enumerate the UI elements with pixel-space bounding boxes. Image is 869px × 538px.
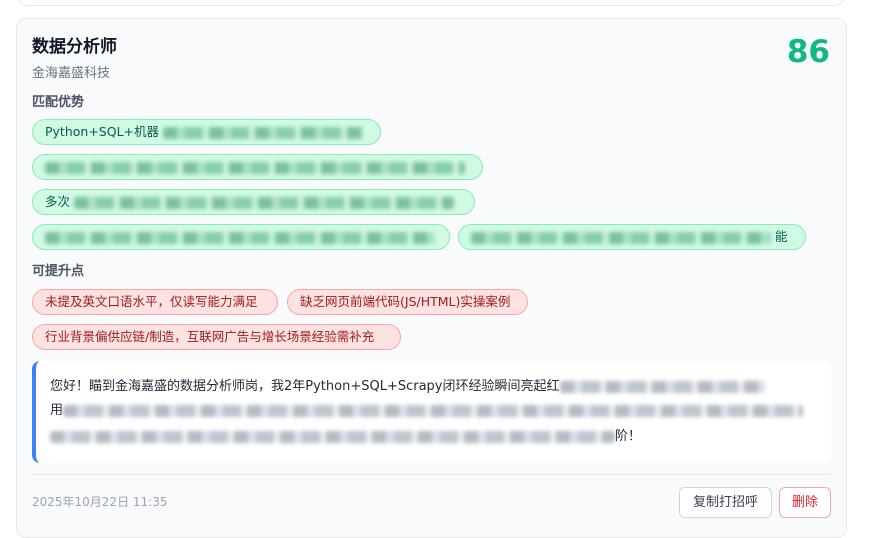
job-title: 数据分析师 (32, 37, 117, 57)
greeting-line-3: 阶！ (50, 427, 641, 447)
advantage-chip-text: 多次 (45, 194, 71, 209)
advantage-chip: 多次 (32, 189, 475, 215)
redacted-text (163, 126, 363, 139)
greeting-message-box: 您好！瞄到金海嘉盛的数据分析师岗，我2年Python+SQL+Scrapy闭环经… (32, 361, 831, 463)
advantage-chip (32, 154, 483, 180)
improvement-chip-text: 未提及英文口语水平，仅读写能力满足 (45, 294, 258, 309)
greeting-text: 阶！ (615, 429, 642, 444)
greeting-text: 用 (50, 403, 64, 418)
created-timestamp: 2025年10月22日 11:35 (32, 495, 168, 509)
improvement-chip: 行业背景偏供应链/制造，互联网广告与增长场景经验需补充 (32, 324, 401, 350)
advantages-label: 匹配优势 (32, 95, 85, 110)
advantage-chip-text: 能 (774, 229, 788, 244)
improvement-chip-text: 行业背景偏供应链/制造，互联网广告与增长场景经验需补充 (45, 329, 375, 344)
redacted-text (45, 161, 465, 174)
redacted-text (50, 430, 615, 443)
job-match-card: 数据分析师 金海嘉盛科技 86 匹配优势 Python+SQL+机器 多次 能 … (16, 18, 847, 538)
divider (32, 474, 831, 475)
greeting-line-1: 您好！瞄到金海嘉盛的数据分析师岗，我2年Python+SQL+Scrapy闭环经… (50, 377, 765, 397)
advantage-chip (32, 224, 450, 250)
delete-button[interactable]: 删除 (779, 487, 831, 518)
improvement-chip-text: 缺乏网页前端代码(JS/HTML)实操案例 (300, 294, 511, 309)
advantage-chip-text: Python+SQL+机器 (45, 124, 160, 139)
advantage-chip: Python+SQL+机器 (32, 119, 381, 145)
copy-greeting-button[interactable]: 复制打招呼 (679, 487, 772, 518)
match-score: 86 (786, 34, 830, 70)
redacted-text (63, 404, 804, 417)
improvement-chip: 缺乏网页前端代码(JS/HTML)实操案例 (287, 289, 528, 315)
advantage-chip: 能 (458, 224, 806, 250)
redacted-text (45, 231, 435, 244)
company-name: 金海嘉盛科技 (32, 66, 111, 81)
improvement-chip: 未提及英文口语水平，仅读写能力满足 (32, 289, 278, 315)
greeting-line-2: 用 (50, 401, 804, 421)
redacted-text (471, 231, 771, 244)
redacted-text (74, 196, 454, 209)
greeting-text: 您好！瞄到金海嘉盛的数据分析师岗，我2年Python+SQL+Scrapy闭环经… (50, 379, 560, 394)
previous-card-edge (16, 0, 846, 6)
improvements-label: 可提升点 (32, 264, 85, 279)
redacted-text (559, 380, 765, 393)
